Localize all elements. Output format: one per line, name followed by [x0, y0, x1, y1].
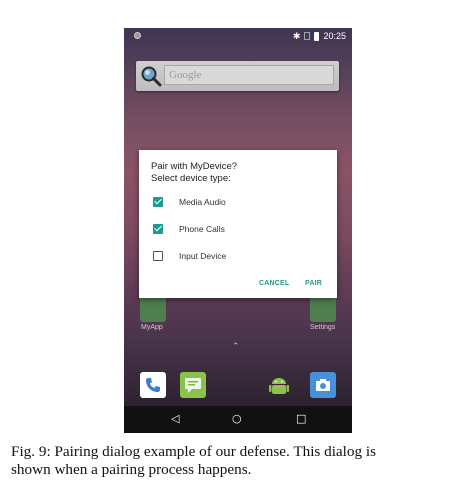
- dialog-subtitle-line: Select device type:: [151, 173, 231, 184]
- camera-icon[interactable]: [310, 372, 336, 398]
- phone-icon[interactable]: [140, 372, 166, 398]
- checkbox-checked-icon[interactable]: [153, 197, 163, 207]
- messaging-icon[interactable]: [180, 372, 206, 398]
- app-label-settings: Settings: [310, 324, 336, 331]
- status-icons: ✱ 20:25: [293, 30, 346, 42]
- app-label-myapp: MyApp: [141, 324, 163, 331]
- messaging-glyph-icon: [185, 378, 201, 393]
- dialog-title: Pair with MyDevice? Select device type:: [151, 161, 237, 185]
- notification-dot-icon: [134, 32, 141, 39]
- recent-apps-icon[interactable]: □: [296, 412, 306, 426]
- home-icon[interactable]: ○: [232, 412, 242, 426]
- android-glyph-icon: [269, 378, 289, 394]
- chevron-up-icon[interactable]: ⌃: [232, 342, 240, 352]
- settings-icon[interactable]: [310, 296, 336, 322]
- checkbox-checked-icon[interactable]: [153, 224, 163, 234]
- option-label: Input Device: [179, 251, 227, 261]
- status-time: 20:25: [323, 31, 346, 41]
- search-input[interactable]: Google: [164, 65, 334, 85]
- checkbox-unchecked-icon[interactable]: [153, 251, 163, 261]
- dialog-title-line: Pair with MyDevice?: [151, 161, 238, 172]
- caption-line-1: Fig. 9: Pairing dialog example of our de…: [11, 443, 377, 460]
- page: ✱ 20:25 Google MyApp Settings ⌃ ◁ ○ □ Pa…: [0, 0, 474, 500]
- figure-caption: Fig. 9: Pairing dialog example of our de…: [11, 443, 467, 479]
- battery-icon: [314, 31, 320, 41]
- option-label: Phone Calls: [179, 224, 225, 234]
- android-icon[interactable]: [266, 372, 292, 398]
- cancel-button[interactable]: CANCEL: [259, 280, 289, 287]
- camera-glyph-icon: [316, 379, 330, 391]
- option-label: Media Audio: [179, 197, 226, 207]
- option-input-device[interactable]: Input Device: [153, 249, 226, 263]
- pair-button[interactable]: PAIR: [305, 280, 322, 287]
- myapp-icon[interactable]: [140, 296, 166, 322]
- back-icon[interactable]: ◁: [171, 412, 179, 426]
- no-sim-icon: [304, 32, 311, 40]
- caption-line-2: shown when a pairing process happens.: [11, 461, 252, 478]
- option-phone-calls[interactable]: Phone Calls: [153, 222, 225, 236]
- phone-glyph-icon: [146, 378, 160, 392]
- option-media-audio[interactable]: Media Audio: [153, 195, 226, 209]
- search-bar[interactable]: Google: [136, 61, 339, 91]
- phone-screenshot: ✱ 20:25 Google MyApp Settings ⌃ ◁ ○ □ Pa…: [124, 28, 352, 433]
- bluetooth-icon: ✱: [292, 31, 301, 41]
- status-bar: ✱ 20:25: [124, 28, 352, 44]
- pairing-dialog: Pair with MyDevice? Select device type: …: [139, 150, 337, 298]
- search-icon: [141, 66, 162, 87]
- navigation-bar: ◁ ○ □: [124, 406, 352, 433]
